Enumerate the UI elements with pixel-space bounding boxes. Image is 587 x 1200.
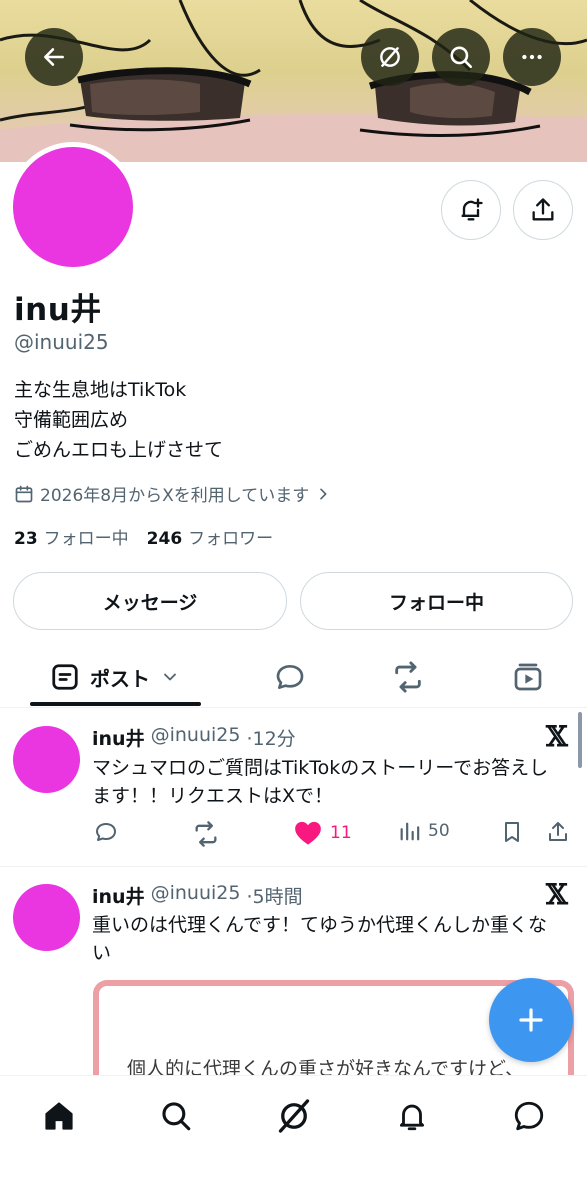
post-author-name: inu井: [92, 886, 145, 908]
search-icon: [162, 1102, 191, 1131]
like-count: 11: [330, 823, 352, 843]
post-time: ·5時間: [246, 886, 303, 908]
bottom-navigation: [0, 1075, 587, 1200]
active-tab-indicator: [30, 702, 201, 706]
views-count: 50: [428, 821, 450, 841]
nav-home[interactable]: [39, 1096, 79, 1136]
grok-icon: [278, 1099, 310, 1133]
followers-count: 246: [146, 529, 183, 549]
joined-date: 2026年8月からXを利用しています: [40, 486, 310, 506]
calendar-icon: [15, 485, 33, 502]
tab-reposts[interactable]: [388, 648, 428, 706]
bio-line: 守備範囲広め: [14, 409, 129, 431]
following-label: フォロー中: [43, 529, 129, 549]
tab-media[interactable]: [508, 648, 548, 706]
post-header: inu井 @inuui25 ·5時間: [92, 882, 303, 909]
views-button[interactable]: 50: [398, 820, 450, 842]
tab-posts-label: ポスト: [90, 666, 150, 691]
follow-stats: 23 フォロー中 246 フォロワー: [14, 524, 273, 549]
grok-icon: [380, 47, 400, 67]
following-link[interactable]: 23 フォロー中: [14, 524, 129, 549]
profile-tabs: ポスト: [0, 648, 587, 708]
post-time: ·12分: [246, 728, 296, 750]
banner-illustration: [0, 0, 587, 162]
profile-display-name: inu井: [14, 292, 102, 328]
bio-line: 主な生息地はTikTok: [14, 379, 187, 401]
reply-button[interactable]: [94, 820, 118, 844]
following-count: 23: [14, 529, 38, 549]
post-actions: 11 50: [92, 820, 572, 850]
search-icon: [450, 46, 473, 69]
chevron-down-icon: [164, 673, 176, 681]
views-icon: [400, 822, 420, 841]
x-logo-icon: 𝕏: [546, 720, 568, 753]
post-item[interactable]: inu井 @inuui25 ·12分 𝕏 マシュマロのご質問はTikTokのスト…: [0, 710, 587, 866]
like-button[interactable]: 11: [294, 820, 352, 846]
plus-icon: [519, 1008, 543, 1032]
tab-replies[interactable]: [270, 648, 310, 706]
more-button[interactable]: [503, 28, 561, 86]
share-icon: [549, 822, 567, 841]
reply-icon: [96, 823, 116, 841]
repost-icon: [195, 821, 217, 847]
back-button[interactable]: [25, 28, 83, 86]
post-author-name: inu井: [92, 728, 145, 750]
joined-date-row[interactable]: 2026年8月からXを利用しています: [14, 481, 331, 506]
bookmark-button[interactable]: [500, 820, 524, 844]
x-logo-icon: 𝕏: [546, 878, 568, 911]
messages-icon: [514, 1101, 544, 1131]
grok-button[interactable]: [361, 28, 419, 86]
repost-icon: [395, 661, 421, 693]
post-header: inu井 @inuui25 ·12分: [92, 724, 296, 751]
search-button[interactable]: [432, 28, 490, 86]
tab-posts[interactable]: ポスト: [40, 648, 190, 706]
following-button[interactable]: フォロー中: [300, 572, 573, 630]
post-text: 重いのは代理くんです！てゆうか代理くんしか重くない: [92, 914, 548, 964]
profile-banner: [0, 0, 587, 162]
compose-post-button[interactable]: [489, 978, 573, 1062]
notification-subscribe-button[interactable]: [441, 180, 501, 240]
reply-icon: [276, 665, 304, 689]
notification-add-icon: [461, 198, 483, 221]
nav-messages[interactable]: [509, 1096, 549, 1136]
home-icon: [45, 1102, 73, 1130]
post-avatar[interactable]: [13, 884, 80, 951]
nav-grok[interactable]: [274, 1096, 314, 1136]
followers-label: フォロワー: [188, 529, 274, 549]
bio-line: ごめんエロも上げさせて: [14, 439, 224, 461]
share-profile-button[interactable]: [513, 180, 573, 240]
back-arrow-icon: [44, 48, 64, 66]
media-icon: [514, 663, 542, 691]
posts-icon: [52, 664, 78, 690]
share-button[interactable]: [546, 820, 570, 844]
chevron-right-icon: [320, 488, 327, 499]
nav-search[interactable]: [156, 1096, 196, 1136]
notifications-icon: [399, 1104, 425, 1131]
post-avatar[interactable]: [13, 726, 80, 793]
repost-button[interactable]: [192, 820, 220, 848]
message-button[interactable]: メッセージ: [13, 572, 287, 630]
followers-link[interactable]: 246 フォロワー: [147, 524, 274, 549]
bookmark-icon: [505, 822, 519, 842]
profile-handle: @inuui25: [14, 330, 109, 354]
profile-avatar[interactable]: [8, 142, 138, 272]
nav-notifications[interactable]: [392, 1096, 432, 1136]
post-author-handle: @inuui25: [150, 724, 241, 746]
post-author-handle: @inuui25: [150, 882, 241, 904]
post-text: マシュマロのご質問はTikTokのストーリーでお答えします！！リクエストはXで！: [92, 757, 549, 807]
share-icon: [532, 198, 554, 221]
profile-bio: 主な生息地はTikTok 守備範囲広め ごめんエロも上げさせて: [14, 375, 223, 465]
more-icon: [522, 54, 542, 60]
like-icon: [295, 821, 321, 845]
